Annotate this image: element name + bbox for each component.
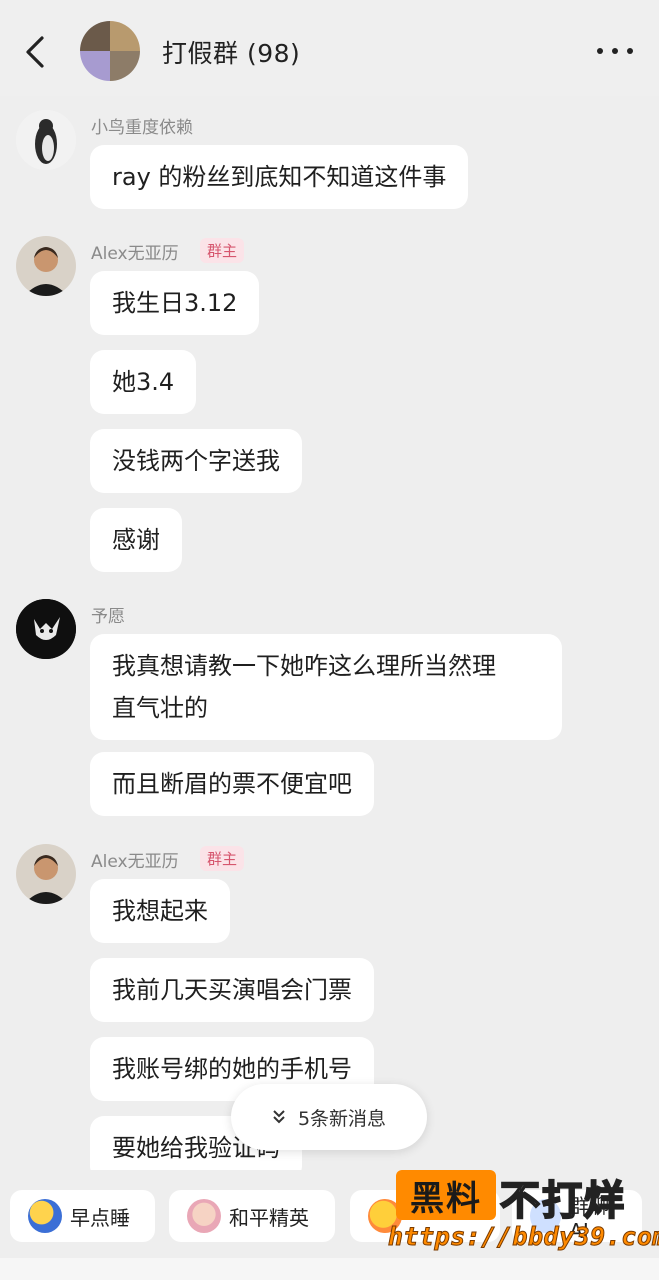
- quick-action-label: 早点睡: [70, 1205, 130, 1230]
- alex-avatar[interactable]: [16, 236, 76, 296]
- more-dot-icon: [627, 48, 633, 54]
- penguin-avatar[interactable]: [16, 110, 76, 170]
- game-character-icon: [187, 1199, 221, 1233]
- more-options-button[interactable]: [597, 46, 633, 56]
- group-owner-badge: 群主: [200, 846, 245, 871]
- sender-name: Alex无亚历: [91, 244, 179, 264]
- message-bubble[interactable]: 而且断眉的票不便宜吧: [90, 752, 374, 816]
- watermark-text: 不打烊: [499, 1177, 626, 1225]
- sender-name: Alex无亚历: [91, 852, 179, 872]
- chevron-left-icon: [26, 36, 44, 68]
- cat-avatar[interactable]: [16, 599, 76, 659]
- message-bubble[interactable]: 她3.4: [90, 350, 197, 414]
- more-dot-icon: [612, 48, 618, 54]
- message-bubble[interactable]: 没钱两个字送我: [90, 429, 302, 493]
- sender-name: 予愿: [91, 607, 125, 627]
- message-bubble[interactable]: 我前几天买演唱会门票: [90, 958, 374, 1022]
- back-button[interactable]: [18, 30, 54, 74]
- more-dot-icon: [597, 48, 603, 54]
- watermark-url: https://bbdy39.com: [388, 1222, 659, 1252]
- new-messages-label: 5条新消息: [297, 1107, 387, 1130]
- sender-name: 小鸟重度依赖: [91, 118, 193, 138]
- new-messages-button[interactable]: 5条新消息: [231, 1084, 427, 1150]
- quick-action-game[interactable]: 和平精英: [169, 1190, 335, 1242]
- chevron-double-down-icon: [273, 1110, 285, 1124]
- quick-action-label: 和平精英: [229, 1205, 309, 1230]
- group-owner-badge: 群主: [200, 238, 245, 263]
- message-bubble[interactable]: 我想起来: [90, 879, 230, 943]
- message-bubble[interactable]: ray 的粉丝到底知不知道这件事: [90, 145, 469, 209]
- message-bubble[interactable]: 我真想请教一下她咋这么理所当然理 直气壮的: [90, 634, 562, 740]
- input-bar[interactable]: [0, 1258, 659, 1280]
- message-bubble[interactable]: 我生日3.12: [90, 271, 260, 335]
- moon-sleep-icon: [28, 1199, 62, 1233]
- chat-title: 打假群 (98): [162, 39, 301, 68]
- watermark-box: 黑料: [396, 1170, 496, 1220]
- group-avatar[interactable]: [80, 21, 140, 81]
- message-list[interactable]: 小鸟重度依赖 ray 的粉丝到底知不知道这件事 Alex无亚历 群主 我生日3.…: [0, 96, 659, 1170]
- quick-action-sleep[interactable]: 早点睡: [10, 1190, 155, 1242]
- message-bubble[interactable]: 感谢: [90, 508, 182, 572]
- watermark: 黑料 不打烊 https://bbdy39.com: [388, 1168, 659, 1260]
- chat-header: 打假群 (98): [0, 0, 659, 96]
- alex-avatar[interactable]: [16, 844, 76, 904]
